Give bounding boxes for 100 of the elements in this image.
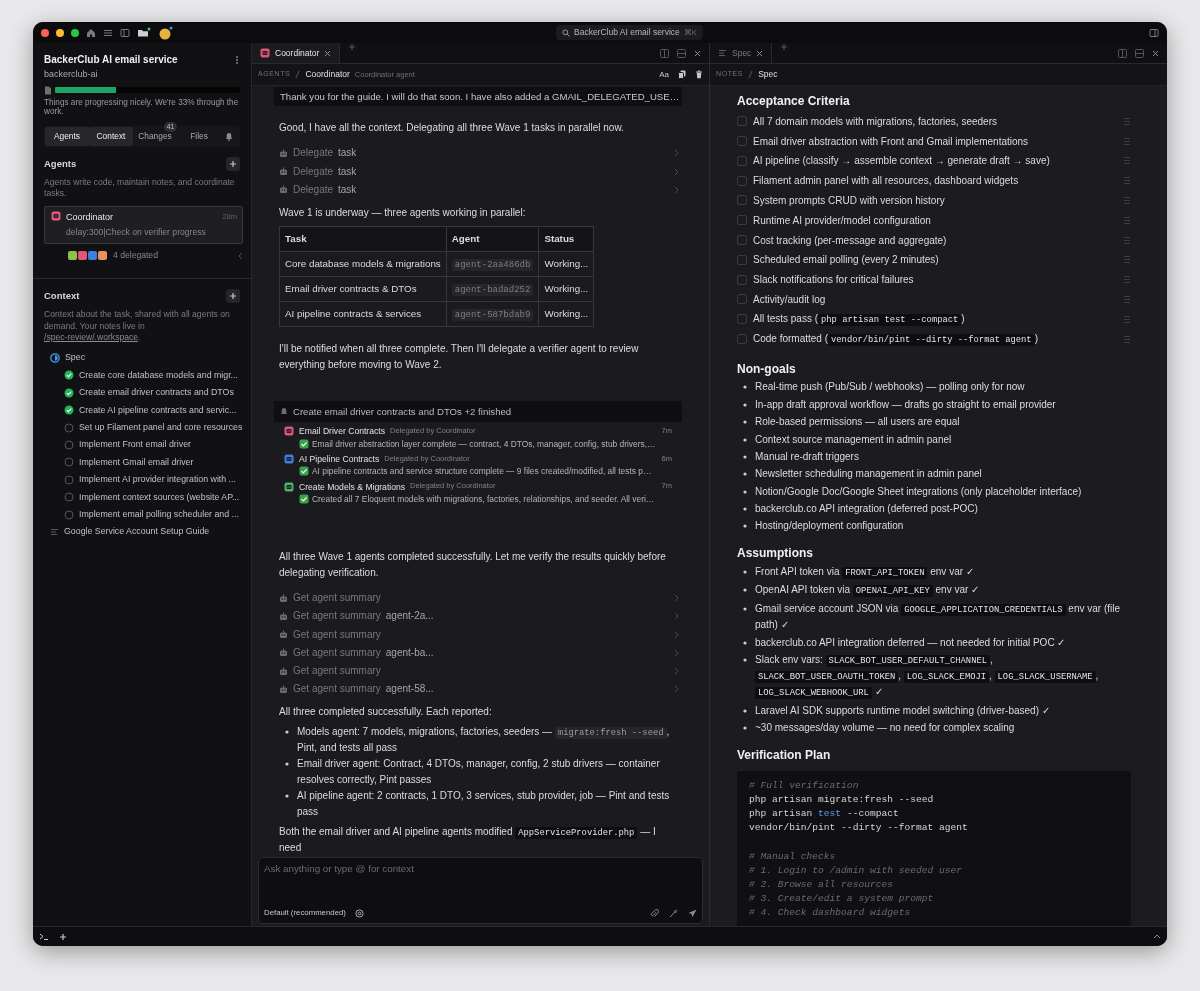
checkbox[interactable] — [737, 314, 747, 325]
task-item[interactable]: Implement Gmail email driver — [50, 453, 243, 472]
task-item[interactable]: Create email driver contracts and DTOs — [50, 384, 243, 402]
tree-item[interactable]: Spec — [50, 349, 243, 367]
tree-item[interactable]: Google Service Account Setup Guide — [50, 523, 243, 541]
sidebar-right-icon[interactable] — [1149, 27, 1159, 38]
tool-call[interactable]: Get agent summary — [279, 661, 679, 681]
close-button[interactable] — [41, 28, 49, 37]
checkbox[interactable] — [737, 136, 747, 147]
chevron-right-icon[interactable] — [674, 667, 679, 675]
drag-handle-icon[interactable] — [1123, 215, 1131, 225]
search-icon — [562, 28, 570, 37]
sidebar-tab[interactable]: Files — [177, 127, 221, 146]
tool-call[interactable]: Get agent summary agent-2a... — [279, 607, 679, 626]
maximize-button[interactable] — [71, 28, 79, 37]
checkbox[interactable] — [737, 215, 747, 226]
bell-icon[interactable] — [225, 132, 233, 141]
note-icon — [718, 49, 727, 57]
task-item[interactable]: Implement context sources (website AP... — [50, 488, 243, 506]
font-size-button[interactable]: Aa — [659, 68, 669, 81]
checkbox[interactable] — [737, 116, 747, 127]
tool-call[interactable]: Get agent summary — [279, 625, 679, 644]
tool-call[interactable]: Delegate task — [279, 180, 679, 199]
bullet-icon — [743, 402, 747, 407]
agent-name[interactable]: Email Driver Contracts — [299, 425, 385, 438]
task-item[interactable]: Implement AI provider integration with ... — [50, 471, 243, 489]
drag-handle-icon[interactable] — [1123, 275, 1131, 285]
task-item[interactable]: Implement email polling scheduler and ... — [50, 505, 243, 524]
split-vertical-icon[interactable] — [1118, 48, 1127, 58]
split-horizontal-icon[interactable] — [1135, 48, 1144, 58]
section-heading: Assumptions — [737, 546, 814, 561]
add-button[interactable] — [226, 156, 240, 171]
agent-name[interactable]: AI Pipeline Contracts — [299, 452, 380, 466]
chevron-up-icon[interactable] — [1153, 934, 1161, 939]
check-icon — [299, 438, 309, 449]
drag-handle-icon[interactable] — [1123, 116, 1131, 126]
drag-handle-icon[interactable] — [1123, 314, 1131, 324]
drag-handle-icon[interactable] — [1123, 235, 1131, 245]
checklist-item: Activity/audit log — [753, 292, 826, 307]
drag-handle-icon[interactable] — [1123, 334, 1131, 344]
chevron-right-icon[interactable] — [674, 685, 679, 694]
menu-icon[interactable] — [103, 27, 113, 38]
message-text: Good, I have all the context. Delegating all three Wave 1 tasks in parallel now. — [279, 121, 625, 136]
home-icon[interactable] — [86, 27, 96, 38]
checkbox[interactable] — [737, 155, 747, 166]
close-icon[interactable] — [1152, 49, 1159, 57]
checkbox[interactable] — [737, 175, 747, 186]
list-item: backerclub.co API integration deferred — not needed for initial POC ✓ — [755, 635, 1066, 650]
drag-handle-icon[interactable] — [1123, 136, 1131, 146]
sidebar-tab[interactable]: Agents — [45, 127, 89, 146]
split-horizontal-icon[interactable] — [677, 48, 686, 58]
close-icon[interactable] — [324, 49, 332, 57]
send-icon[interactable] — [688, 908, 697, 918]
code-line: # 2. Browse all resources — [749, 878, 894, 893]
checkbox[interactable] — [737, 334, 747, 345]
checkbox[interactable] — [737, 274, 747, 285]
code-line: # Full verification — [749, 778, 860, 793]
avatar-icon[interactable] — [158, 25, 173, 40]
close-icon[interactable] — [756, 49, 764, 57]
more-icon[interactable] — [234, 54, 240, 65]
trash-icon[interactable] — [695, 70, 703, 79]
drag-handle-icon[interactable] — [1123, 255, 1131, 265]
section-heading: Verification Plan — [737, 748, 832, 763]
folder-icon[interactable] — [137, 26, 151, 39]
checkbox[interactable] — [737, 235, 747, 246]
task-item[interactable]: Implement Front email driver — [50, 436, 243, 454]
agent-icon — [51, 210, 61, 221]
copy-icon[interactable] — [678, 70, 686, 79]
minimize-button[interactable] — [56, 28, 64, 37]
checkbox[interactable] — [737, 254, 747, 265]
drag-handle-icon[interactable] — [1123, 294, 1131, 304]
agent-summary: AI pipeline contracts and service structure complete — 9 files created/modified, all tests p… — [312, 465, 652, 478]
chevron-left-icon[interactable] — [238, 251, 243, 260]
task-item[interactable]: Create core database models and migr... — [50, 366, 243, 385]
close-icon[interactable] — [694, 49, 701, 57]
task-item[interactable]: Set up Filament panel and core resources — [50, 418, 243, 437]
attach-icon[interactable] — [650, 908, 659, 918]
message-input[interactable]: Ask anything or type @ for context — [264, 862, 697, 908]
split-vertical-icon[interactable] — [660, 48, 669, 58]
checkbox[interactable] — [737, 294, 747, 305]
bullet-icon — [743, 385, 747, 390]
drag-handle-icon[interactable] — [1123, 156, 1131, 166]
tool-call[interactable]: Get agent summary — [279, 589, 679, 608]
project-title: BackerClub AI email service — [44, 53, 178, 67]
bullet-icon — [743, 588, 747, 593]
drag-handle-icon[interactable] — [1123, 195, 1131, 205]
pane-tab[interactable]: Coordinator — [252, 43, 341, 63]
tool-call[interactable]: Delegate task — [279, 162, 679, 181]
task-item[interactable]: Create AI pipeline contracts and servic... — [50, 401, 243, 419]
tool-call[interactable]: Get agent summary agent-58... — [279, 680, 679, 699]
terminal-icon[interactable] — [39, 932, 49, 941]
agent-name[interactable]: Create Models & Migrations — [299, 480, 406, 493]
add-button[interactable] — [226, 289, 240, 304]
tool-call[interactable]: Get agent summary agent-ba... — [279, 643, 679, 662]
sidebar-icon[interactable] — [120, 27, 130, 38]
checkbox[interactable] — [737, 195, 747, 206]
bullet-icon — [743, 726, 747, 731]
tool-call[interactable]: Delegate task — [279, 144, 679, 163]
sidebar-tab[interactable]: Context — [89, 127, 133, 146]
drag-handle-icon[interactable] — [1123, 176, 1131, 186]
